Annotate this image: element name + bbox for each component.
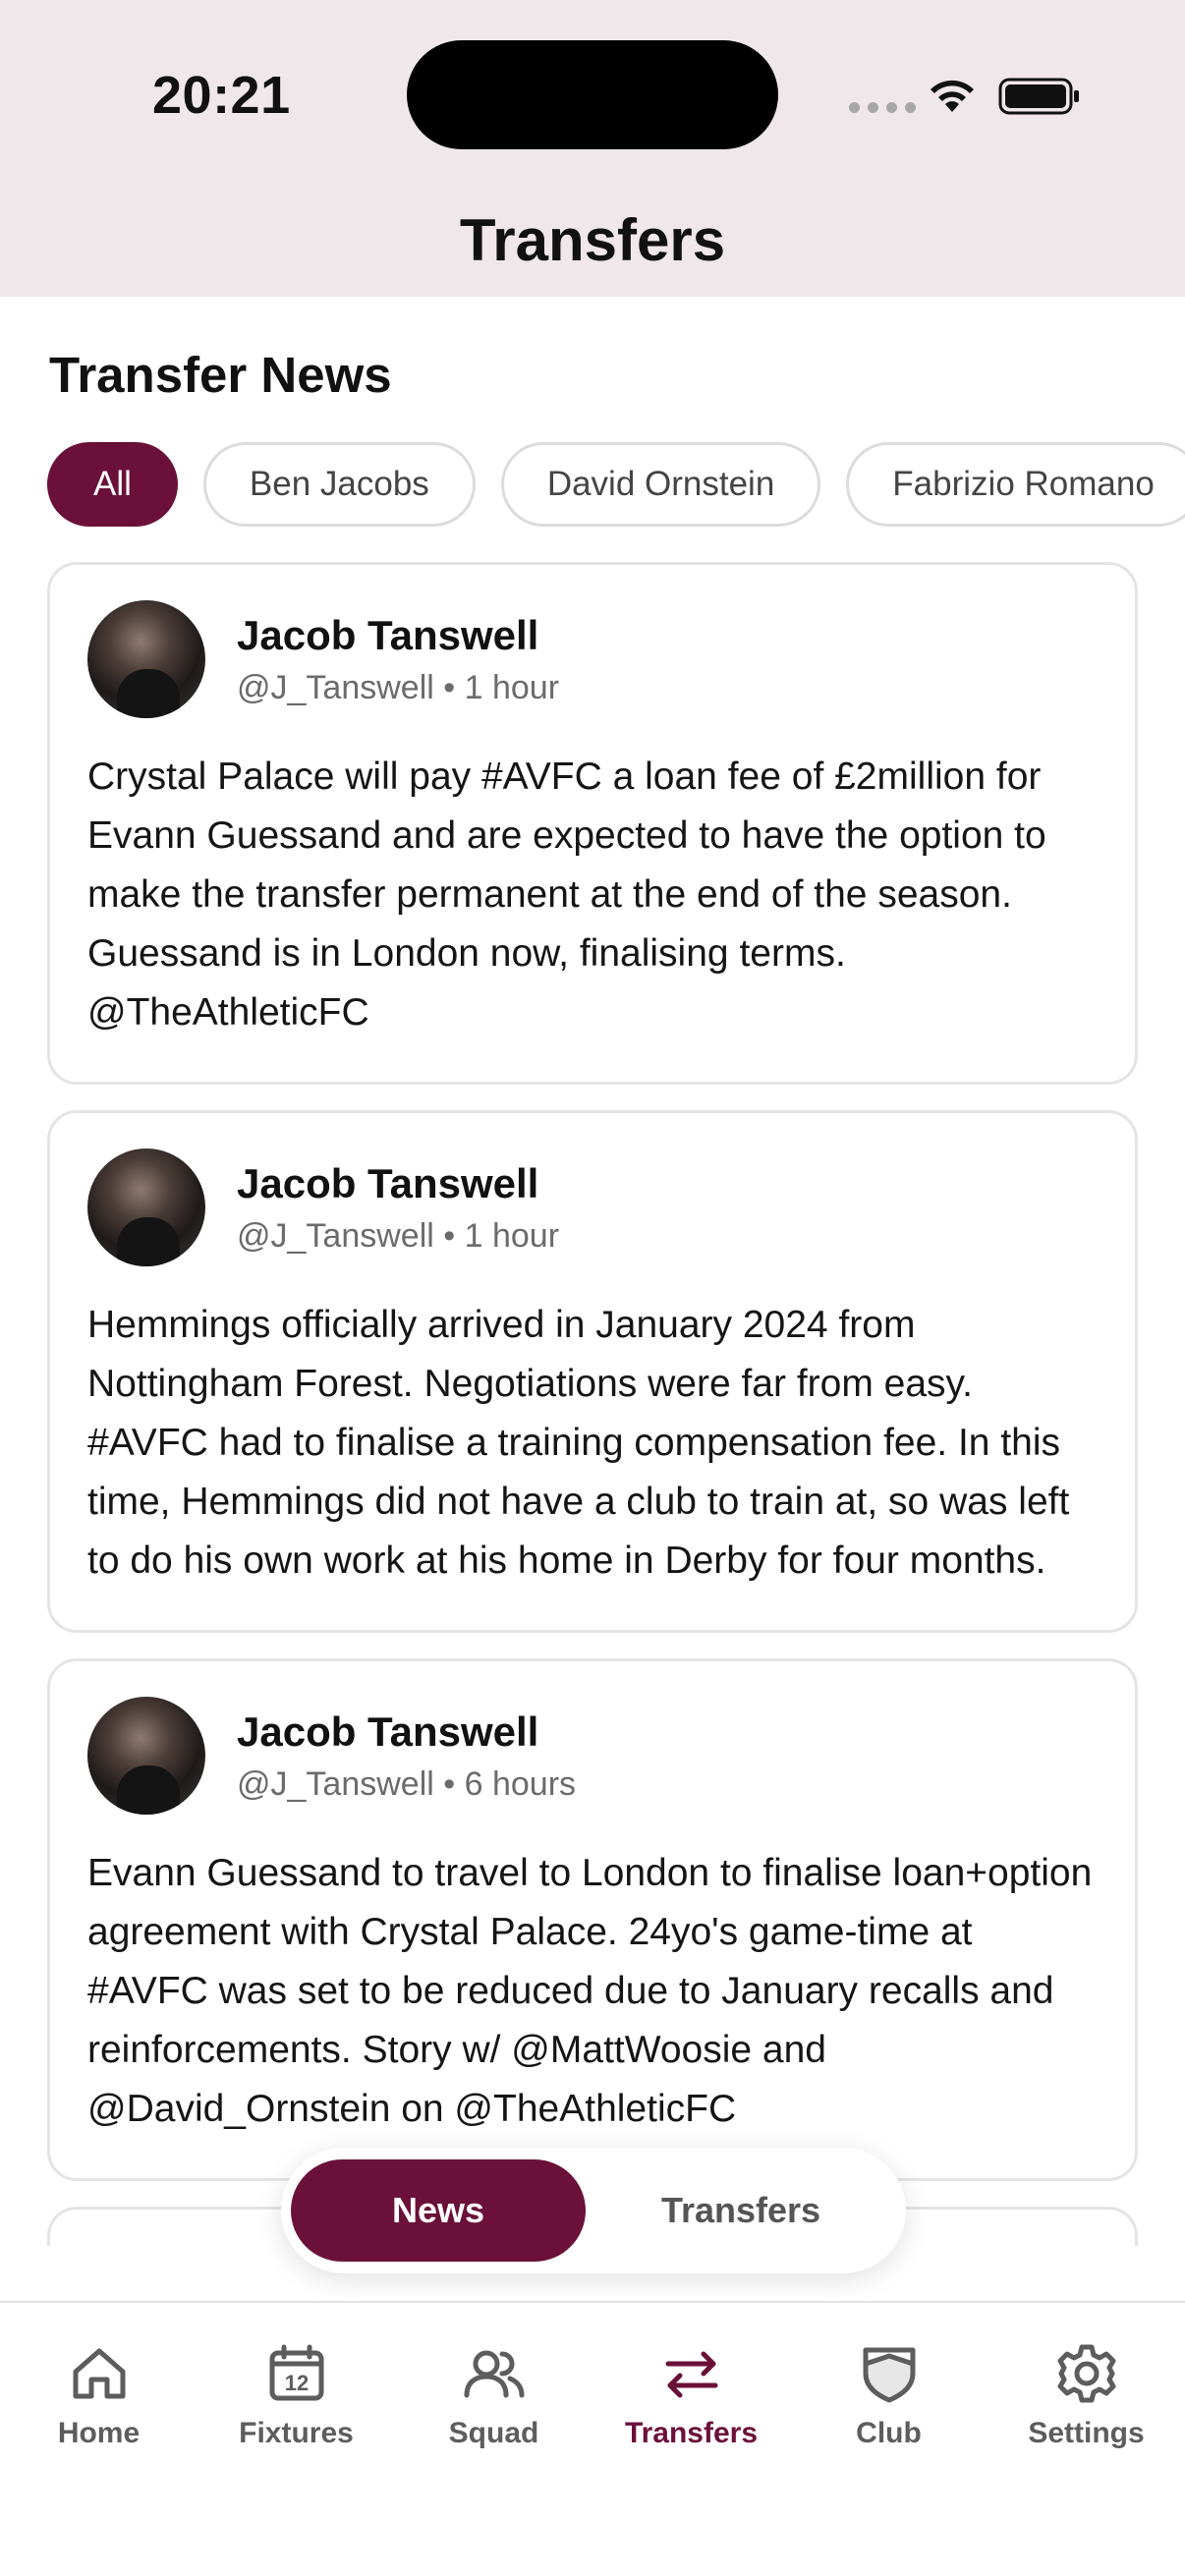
tab-label: Fixtures (239, 2417, 354, 2449)
filter-chip-fabrizio-romano[interactable]: Fabrizio Romano (846, 442, 1185, 527)
battery-icon (998, 78, 1079, 115)
section-title: Transfer News (49, 347, 392, 403)
tab-squad[interactable]: Squad (395, 2342, 592, 2576)
tab-club[interactable]: Club (790, 2342, 988, 2576)
calendar-icon: 12 (269, 2344, 323, 2401)
people-icon (464, 2350, 524, 2398)
dynamic-island (407, 40, 778, 149)
tab-label: Squad (448, 2417, 539, 2449)
author-handle: @J_Tanswell (237, 1216, 434, 1255)
post-time: 6 hours (464, 1764, 577, 1803)
news-feed: Jacob Tanswell @J_Tanswell • 1 hour Crys… (47, 562, 1138, 2271)
gear-icon (1057, 2344, 1115, 2403)
filter-chip-ben-jacobs[interactable]: Ben Jacobs (202, 442, 476, 527)
author-name: Jacob Tanswell (237, 611, 539, 658)
source-filter-chips: All Ben Jacobs David Ornstein Fabrizio R… (47, 442, 1185, 527)
post-meta: @J_Tanswell • 1 hour (237, 668, 560, 706)
post-meta: @J_Tanswell • 1 hour (237, 1216, 560, 1255)
post-meta: @J_Tanswell • 6 hours (237, 1764, 577, 1803)
tab-settings[interactable]: Settings (988, 2342, 1185, 2576)
cellular-signal-icon (849, 102, 916, 113)
wifi-icon (931, 80, 974, 112)
home-icon (73, 2348, 125, 2399)
segment-transfers[interactable]: Transfers (593, 2159, 888, 2262)
calendar-day: 12 (284, 2371, 308, 2395)
page-title: Transfers (459, 207, 726, 273)
avatar (87, 600, 205, 718)
transfer-arrows-icon (665, 2351, 717, 2398)
author-handle: @J_Tanswell (237, 668, 434, 706)
post-text: Crystal Palace will pay #AVFC a loan fee… (87, 756, 1046, 1034)
author-name: Jacob Tanswell (237, 1708, 539, 1755)
author-handle: @J_Tanswell (237, 1764, 434, 1803)
post-text: Evann Guessand to travel to London to fi… (87, 1852, 1093, 2130)
shield-icon (863, 2347, 915, 2403)
tab-label: Club (856, 2417, 922, 2449)
avatar (87, 1148, 205, 1266)
tab-transfers[interactable]: Transfers (592, 2342, 790, 2576)
tab-fixtures[interactable]: 12 Fixtures (198, 2342, 395, 2576)
avatar (87, 1697, 205, 1815)
author-name: Jacob Tanswell (237, 1159, 539, 1206)
news-card[interactable]: Jacob Tanswell @J_Tanswell • 1 hour Crys… (47, 562, 1138, 1085)
segment-news[interactable]: News (291, 2159, 586, 2262)
news-transfers-segmented-control: News Transfers (281, 2148, 906, 2273)
tab-label: Home (57, 2417, 141, 2449)
tab-home[interactable]: Home (0, 2342, 198, 2576)
tab-label: Transfers (624, 2417, 759, 2449)
post-text: Hemmings officially arrived in January 2… (87, 1304, 1070, 1582)
tab-label: Settings (1028, 2417, 1145, 2449)
post-time: 1 hour (464, 1216, 560, 1255)
news-card[interactable]: Jacob Tanswell @J_Tanswell • 6 hours Eva… (47, 1658, 1138, 2181)
bottom-tab-bar: Home 12 Fixtures Squad Transfers Club Se… (0, 2301, 1185, 2576)
news-card[interactable]: Jacob Tanswell @J_Tanswell • 1 hour Hemm… (47, 1110, 1138, 1633)
filter-chip-david-ornstein[interactable]: David Ornstein (500, 442, 821, 527)
status-time: 20:21 (152, 66, 291, 125)
filter-chip-all[interactable]: All (47, 442, 178, 527)
status-bar: 20:21 Transfers (0, 0, 1185, 297)
post-time: 1 hour (464, 668, 560, 706)
